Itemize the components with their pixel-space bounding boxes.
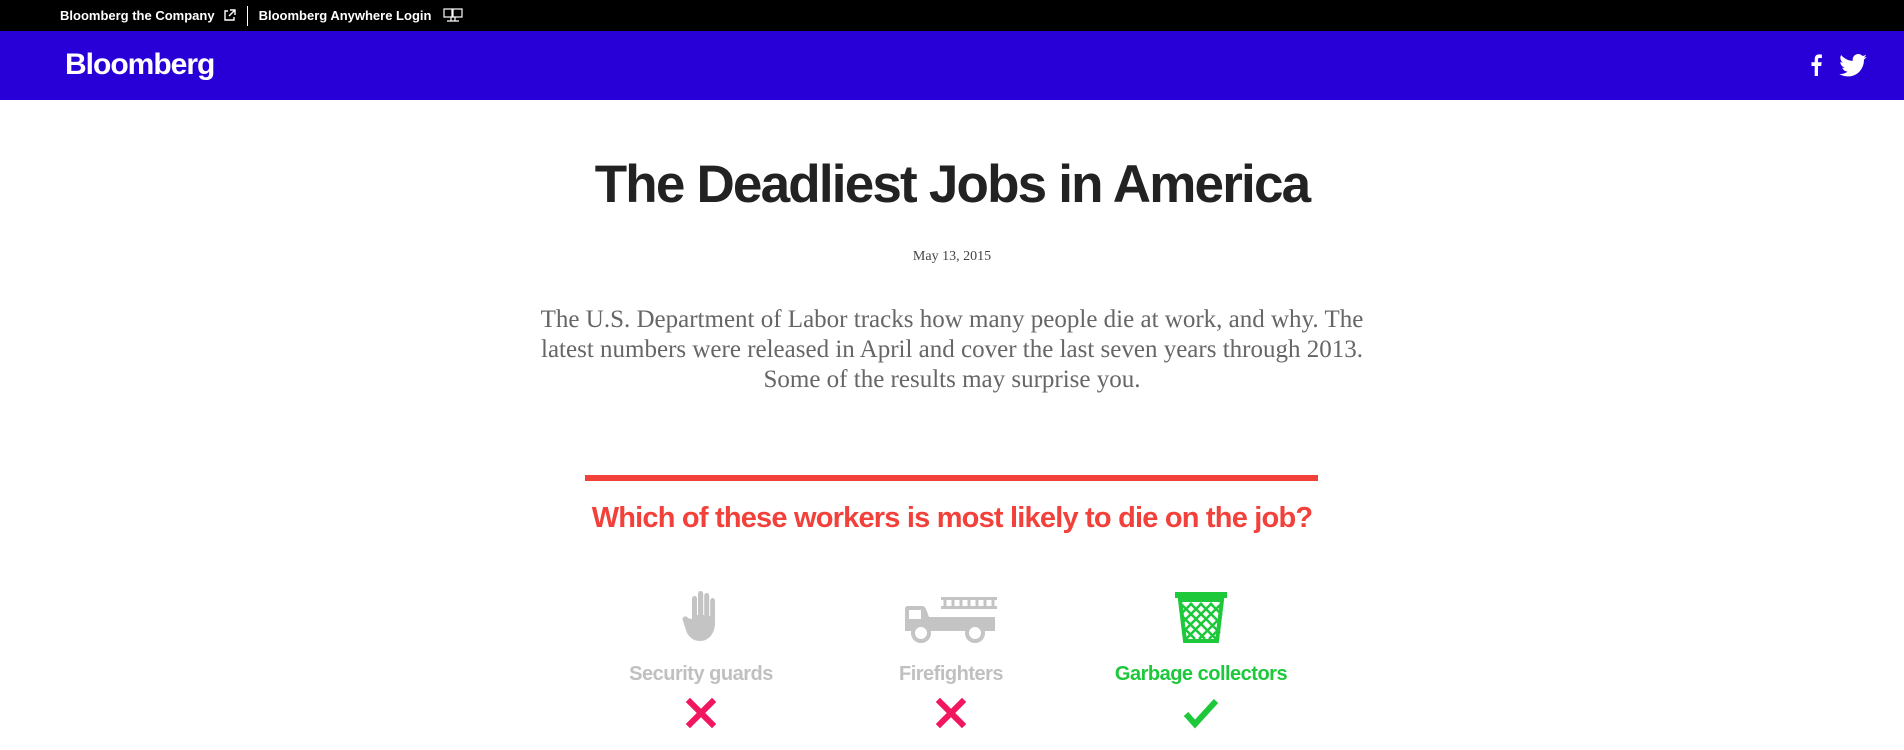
- brand-header: Bloomberg: [0, 31, 1904, 100]
- x-mark-icon: [936, 696, 966, 730]
- bloomberg-logo[interactable]: Bloomberg: [65, 48, 215, 82]
- terminal-icon: [443, 8, 464, 23]
- x-mark-icon: [686, 696, 716, 730]
- twitter-icon[interactable]: [1838, 51, 1868, 79]
- quiz-option-firefighters[interactable]: Firefighters: [831, 585, 1071, 730]
- option-label-security-guards: Security guards: [629, 663, 773, 685]
- utility-bar: Bloomberg the Company Bloomberg Anywhere…: [0, 0, 1904, 31]
- fire-truck-icon: [903, 585, 999, 643]
- quiz-question: Which of these workers is most likely to…: [591, 502, 1313, 534]
- article-dek: The U.S. Department of Labor tracks how …: [540, 306, 1364, 393]
- article-title: The Deadliest Jobs in America: [594, 155, 1311, 214]
- bloomberg-company-label: Bloomberg the Company: [60, 8, 215, 23]
- bloomberg-company-link[interactable]: Bloomberg the Company: [60, 0, 236, 31]
- bloomberg-anywhere-label: Bloomberg Anywhere Login: [258, 8, 432, 23]
- bloomberg-anywhere-login-link[interactable]: Bloomberg Anywhere Login: [259, 0, 464, 31]
- option-label-garbage-collectors: Garbage collectors: [1114, 663, 1288, 685]
- facebook-icon[interactable]: [1806, 51, 1826, 79]
- quiz-divider-rule: [585, 475, 1318, 481]
- check-mark-icon: [1183, 696, 1219, 730]
- external-link-icon: [223, 9, 236, 22]
- trash-can-icon: [1174, 585, 1228, 643]
- quiz-option-garbage-collectors[interactable]: Garbage collectors: [1081, 585, 1321, 730]
- topbar-divider: [246, 5, 248, 26]
- article-date: May 13, 2015: [912, 249, 992, 264]
- option-label-firefighters: Firefighters: [898, 663, 1004, 685]
- quiz-option-security-guards[interactable]: Security guards: [581, 585, 821, 730]
- hand-icon: [680, 585, 722, 643]
